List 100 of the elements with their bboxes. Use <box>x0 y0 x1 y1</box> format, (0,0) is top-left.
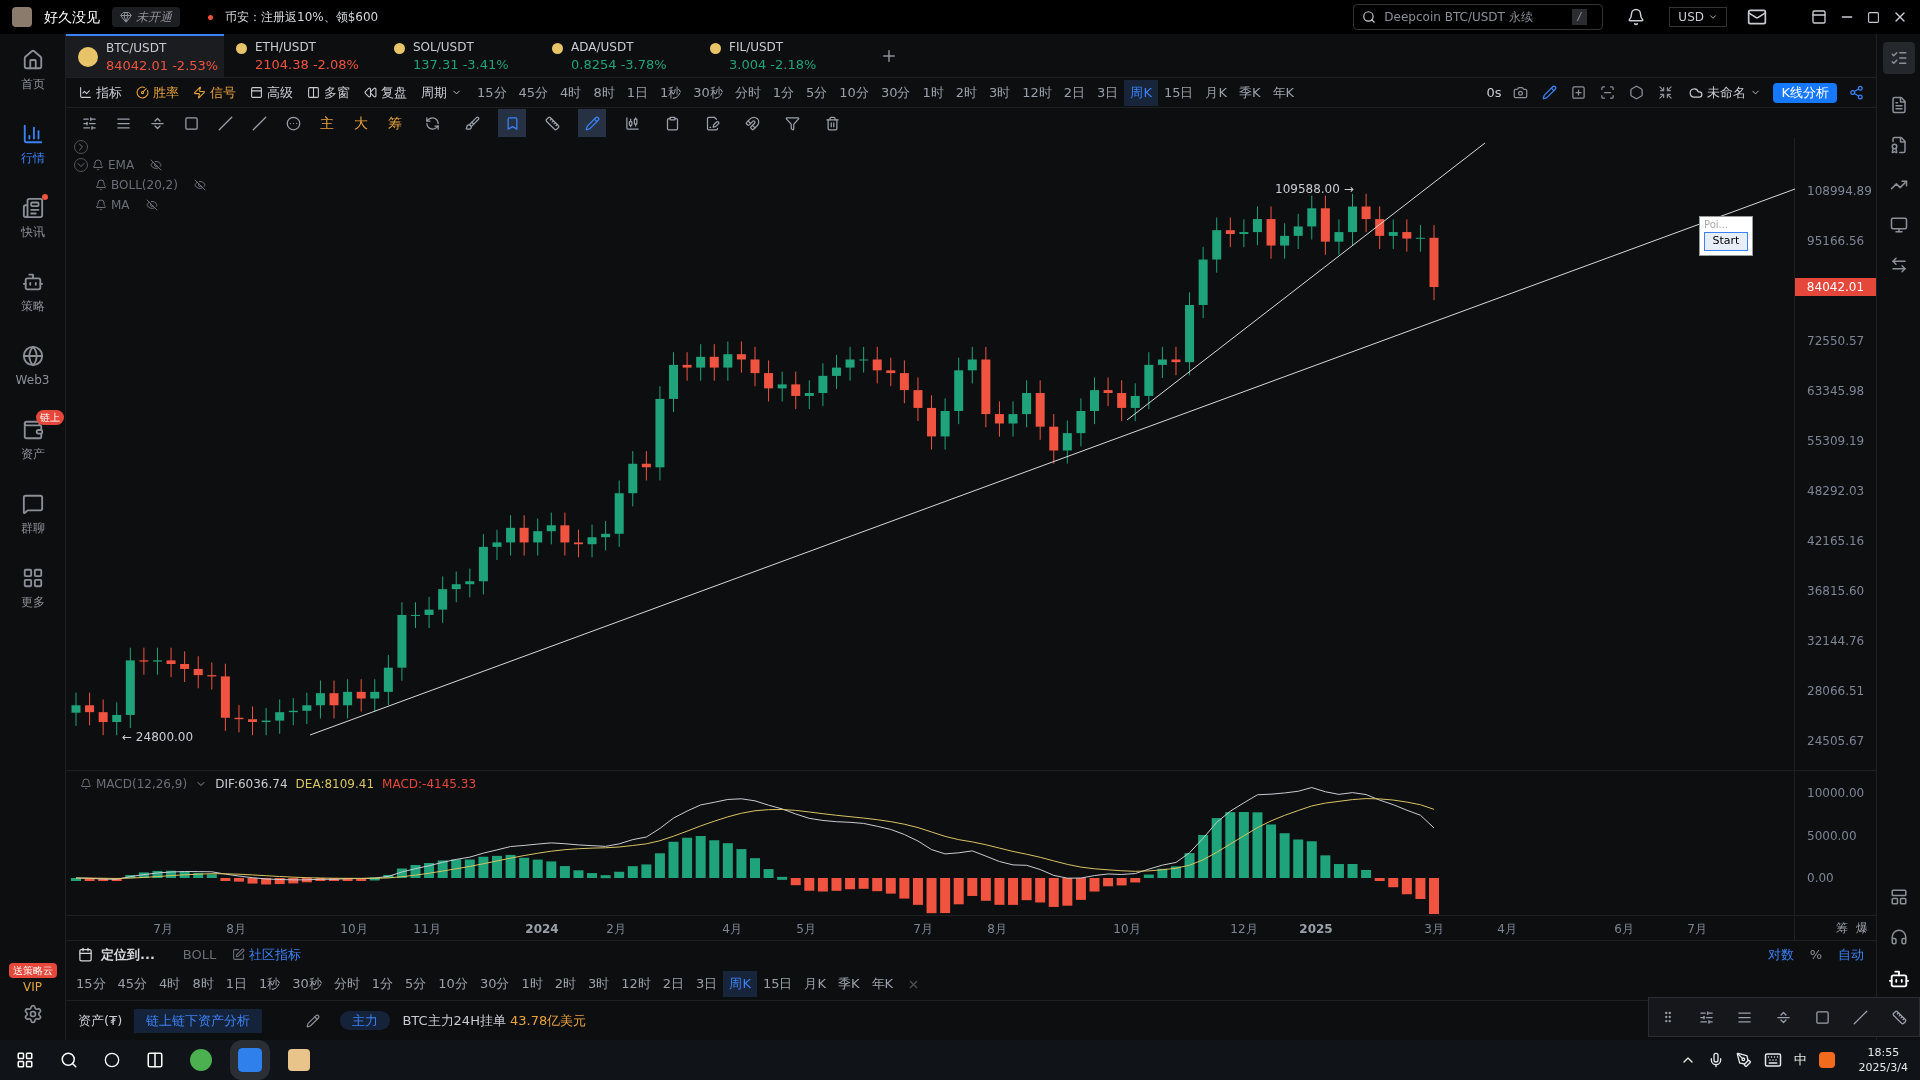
ticker-tab[interactable]: ADA/USDT 0.8254 -3.78% <box>540 34 698 77</box>
period-tab[interactable]: 30分 <box>874 79 917 106</box>
period-tab[interactable]: 1时 <box>515 971 549 997</box>
period-tab[interactable]: 4时 <box>554 79 588 106</box>
scale-option[interactable]: 自动 <box>1838 944 1864 965</box>
period-tab[interactable]: 2日 <box>1057 79 1092 106</box>
period-tab[interactable]: 2时 <box>548 971 582 997</box>
period-tab[interactable]: 2日 <box>656 971 691 997</box>
community-link[interactable]: 社区指标 <box>232 944 302 965</box>
sidebar-item[interactable]: 策略 <box>0 256 66 330</box>
notice-text[interactable]: 币安：注册返10%、领$600 <box>225 8 379 26</box>
toolbar-button[interactable]: 高级 <box>245 82 298 103</box>
currency-select[interactable]: USD <box>1669 7 1727 27</box>
period-tab[interactable]: 8时 <box>587 79 621 106</box>
ime-indicator[interactable]: 中 <box>1793 1050 1807 1070</box>
period-menu[interactable]: 周期 <box>416 82 467 103</box>
period-tab[interactable]: 季K <box>832 971 866 997</box>
period-tab[interactable]: 月K <box>798 971 832 997</box>
layout-select[interactable]: 未命名 <box>1689 82 1762 103</box>
period-tab[interactable]: 季K <box>1233 79 1267 106</box>
sidebar-item[interactable]: 快讯 <box>0 182 66 256</box>
period-tab[interactable]: 1日 <box>620 79 654 106</box>
popup-title: Poi... <box>1703 218 1729 232</box>
period-tab[interactable]: 周K <box>1124 79 1158 106</box>
chart-mode-button[interactable]: 主 <box>316 112 338 134</box>
analysis-button[interactable]: K线分析 <box>1773 82 1837 103</box>
sidebar-item[interactable]: 群聊 <box>0 478 66 552</box>
chart-mode-button[interactable]: 筹 <box>384 112 406 134</box>
chart-mode-button[interactable]: 大 <box>350 112 372 134</box>
scale-option[interactable]: 对数 <box>1767 944 1794 965</box>
period-tab[interactable]: 1日 <box>219 971 253 997</box>
period-tab[interactable]: 月K <box>1199 79 1233 106</box>
ticker-symbol: ADA/USDT <box>571 38 635 56</box>
period-tab[interactable]: 5分 <box>800 79 834 106</box>
dif-value: DIF:6036.74 <box>215 776 288 793</box>
period-tab[interactable]: 3时 <box>983 79 1017 106</box>
sidebar-label: 策略 <box>20 298 45 315</box>
asset-analysis-button[interactable]: 链上链下资产分析 <box>134 1008 263 1033</box>
sidebar-item[interactable]: 首页 <box>0 34 66 108</box>
period-tab[interactable]: 45分 <box>512 79 555 106</box>
period-tab[interactable]: 年K <box>1266 79 1301 106</box>
ticker-tab[interactable]: FIL/USDT 3.004 -2.18% <box>698 34 856 77</box>
macd-name[interactable]: MACD(12,26,9) <box>96 775 188 793</box>
period-tab[interactable]: 30分 <box>473 971 516 997</box>
period-tab[interactable]: 3日 <box>1091 79 1125 106</box>
period-tab[interactable]: 15分 <box>471 79 513 106</box>
sidebar-item[interactable]: 行情 <box>0 108 66 182</box>
period-tab[interactable]: 周K <box>723 971 757 997</box>
period-tab[interactable]: 2时 <box>949 79 983 106</box>
toolbar-button[interactable]: 指标 <box>74 82 127 103</box>
period-tab[interactable]: 15日 <box>1157 79 1200 106</box>
period-tab[interactable]: 1时 <box>916 79 950 106</box>
price-tick: 32144.76 <box>1807 633 1865 650</box>
ticker-tab[interactable]: ETH/USDT 2104.38 -2.08% <box>224 34 382 77</box>
locate-button[interactable]: 定位到... <box>78 944 155 965</box>
start-button[interactable]: Start <box>1703 232 1749 251</box>
search-input[interactable]: Deepcoin BTC/USDT 永续 <box>1384 8 1565 26</box>
period-tab[interactable]: 10分 <box>432 971 474 997</box>
indicator-name[interactable]: MA <box>111 196 130 214</box>
period-tab[interactable]: 年K <box>865 971 900 997</box>
period-tab[interactable]: 15分 <box>70 971 112 997</box>
ticker-symbol: ETH/USDT <box>255 38 317 56</box>
period-tab[interactable]: 12时 <box>615 971 657 997</box>
axis-corner-button[interactable]: 爆 <box>1856 919 1868 937</box>
search-field[interactable]: Deepcoin BTC/USDT 永续 / <box>1353 4 1604 30</box>
price-tick: 108994.89 <box>1807 183 1872 200</box>
ticker-tab[interactable]: SOL/USDT 137.31 -3.41% <box>382 34 540 77</box>
period-tab[interactable]: 8时 <box>186 971 220 997</box>
period-tab[interactable]: 30秒 <box>286 971 328 997</box>
toolbar-button[interactable]: 胜率 <box>131 82 184 103</box>
period-tab[interactable]: 1秒 <box>252 971 287 997</box>
period-tab[interactable]: 分时 <box>728 79 767 106</box>
indicator-name[interactable]: EMA <box>108 156 135 174</box>
toolbar-button[interactable]: 多窗 <box>302 82 355 103</box>
period-tab[interactable]: 15日 <box>756 971 799 997</box>
vip-label[interactable]: VIP <box>23 978 42 996</box>
period-tab[interactable]: 分时 <box>327 971 366 997</box>
period-tab[interactable]: 1分 <box>365 971 400 997</box>
sidebar-item[interactable]: 更多 <box>0 552 66 626</box>
period-tab[interactable]: 5分 <box>399 971 433 997</box>
indicator-tag[interactable]: BOLL <box>182 944 217 965</box>
ticker-symbol: SOL/USDT <box>413 38 475 56</box>
ticker-tab[interactable]: BTC/USDT 84042.01 -2.53% <box>66 34 224 77</box>
period-tab[interactable]: 12时 <box>1016 79 1058 106</box>
sidebar-item[interactable]: 链上 资产 <box>0 404 66 478</box>
indicator-name[interactable]: BOLL(20,2) <box>111 176 178 194</box>
toolbar-button[interactable]: 复盘 <box>359 82 412 103</box>
period-tab[interactable]: 3日 <box>690 971 724 997</box>
period-tab[interactable]: 1分 <box>766 79 801 106</box>
scale-option[interactable]: % <box>1809 944 1822 965</box>
toolbar-button[interactable]: 信号 <box>188 82 241 103</box>
axis-corner-button[interactable]: 筹 <box>1836 919 1848 937</box>
period-tab[interactable]: 30秒 <box>687 79 729 106</box>
period-tab[interactable]: 10分 <box>833 79 875 106</box>
period-tab[interactable]: 45分 <box>111 971 154 997</box>
price-tick: 36815.60 <box>1807 583 1865 600</box>
sidebar-item[interactable]: Web3 <box>0 330 66 404</box>
period-tab[interactable]: 3时 <box>582 971 616 997</box>
period-tab[interactable]: 1秒 <box>653 79 688 106</box>
period-tab[interactable]: 4时 <box>153 971 187 997</box>
